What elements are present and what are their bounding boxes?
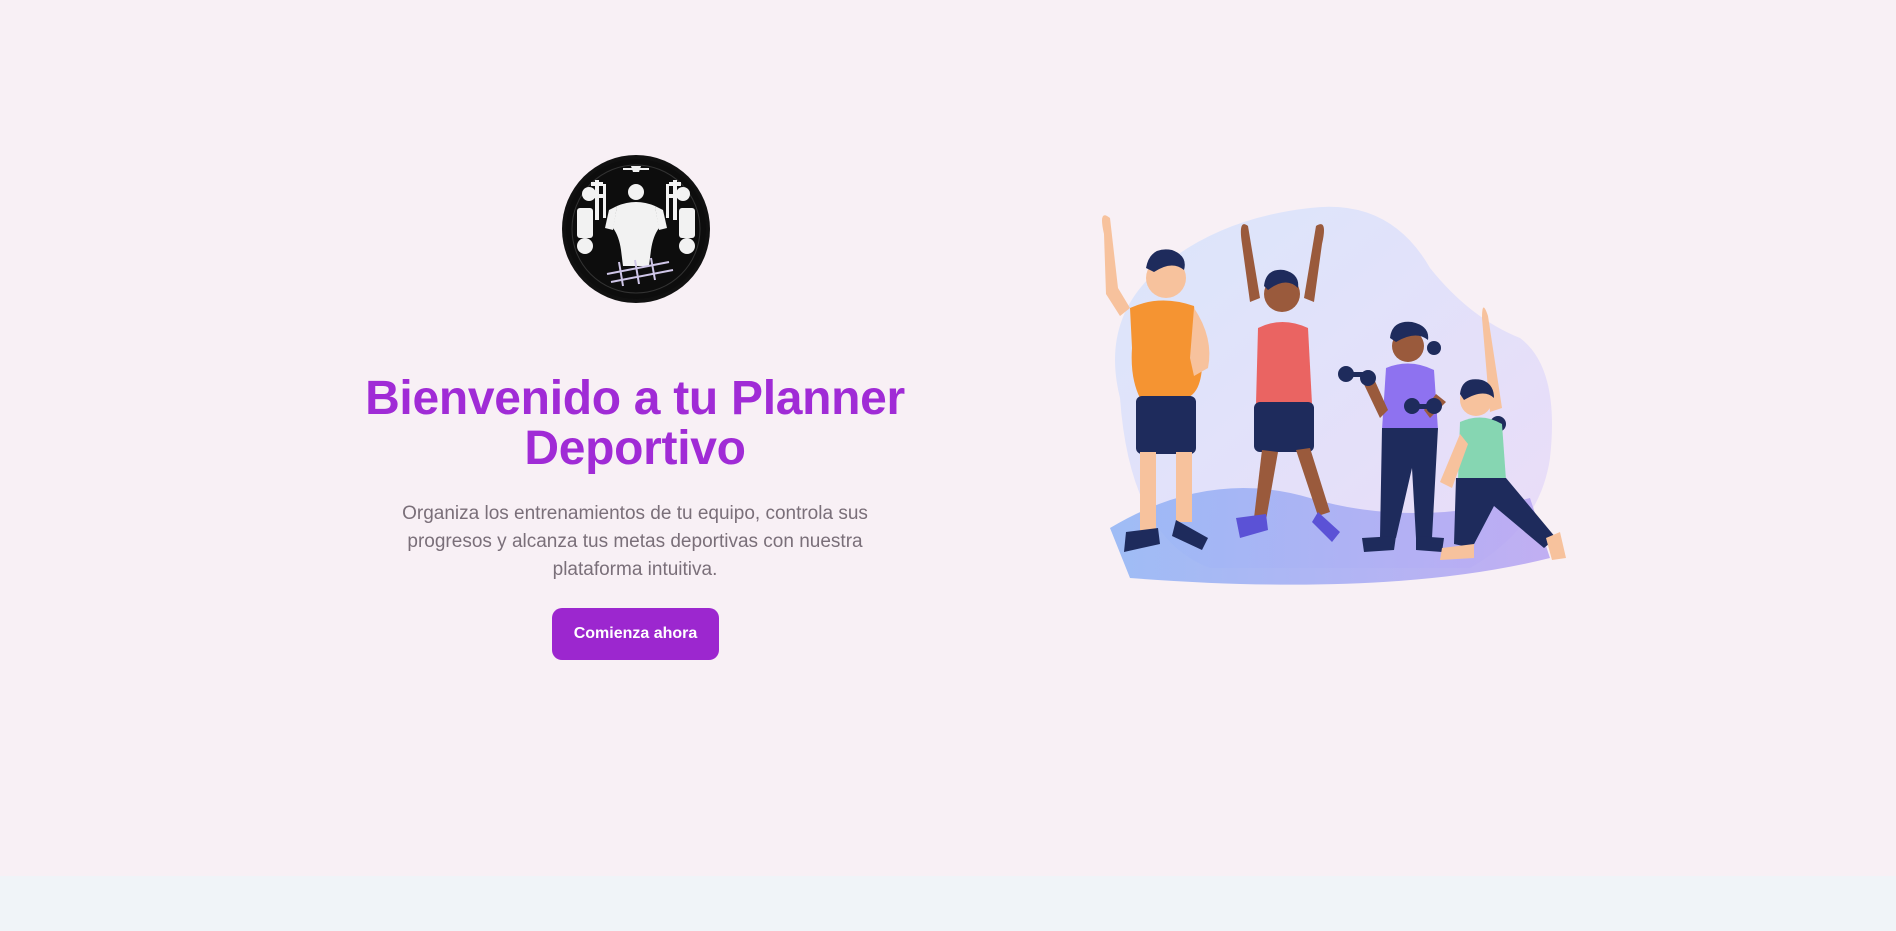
fitness-logo-icon xyxy=(565,158,707,300)
get-started-button[interactable]: Comienza ahora xyxy=(552,608,719,660)
page-title: Bienvenido a tu Planner Deportivo xyxy=(365,372,905,475)
hero-subtitle: Organiza los entrenamientos de tu equipo… xyxy=(402,503,868,580)
team-exercise-illustration xyxy=(1090,198,1570,588)
hero-section: Bienvenido a tu Planner Deportivo Organi… xyxy=(0,0,1896,876)
footer-band xyxy=(0,876,1896,931)
